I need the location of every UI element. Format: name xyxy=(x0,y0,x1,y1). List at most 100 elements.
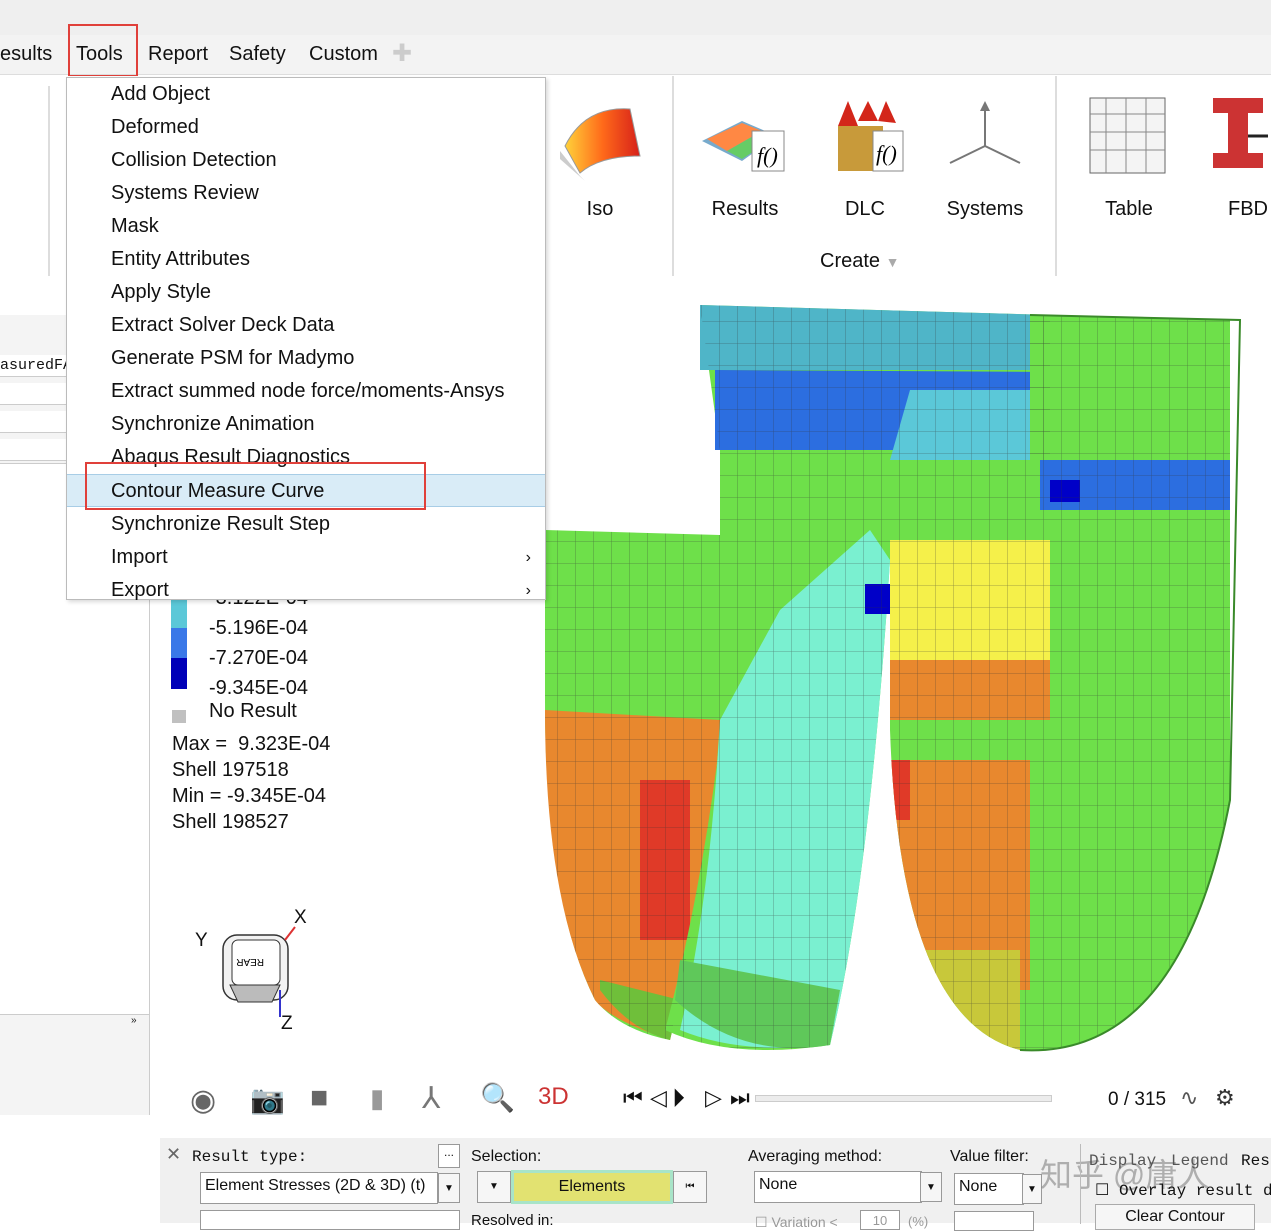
find-icon[interactable]: 🔍 xyxy=(480,1081,515,1114)
menu-item-apply-style[interactable]: Apply Style xyxy=(67,276,545,309)
reset-selection-icon[interactable]: ⏮ xyxy=(673,1171,707,1203)
selection-dropdown[interactable]: ▼ xyxy=(477,1171,511,1203)
min-value: Min = -9.345E-04 xyxy=(172,785,326,807)
menu-item-label: Export xyxy=(111,579,169,601)
tab-results[interactable]: Resu xyxy=(1241,1152,1271,1170)
menu-item-extract-summed-node-force-moments-ansys[interactable]: Extract summed node force/moments-Ansys xyxy=(67,375,545,408)
ribbon-results-label[interactable]: Results xyxy=(690,198,800,221)
menu-item-generate-psm-for-madymo[interactable]: Generate PSM for Madymo xyxy=(67,342,545,375)
menu-item-deformed[interactable]: Deformed xyxy=(67,111,545,144)
prev-frame-icon[interactable]: ◁ xyxy=(650,1085,667,1111)
first-frame-icon[interactable]: ⏮ xyxy=(623,1085,643,1111)
add-tab-icon[interactable]: ✚ xyxy=(392,39,412,68)
next-frame-icon[interactable]: ▷ xyxy=(705,1085,722,1111)
menu-item-systems-review[interactable]: Systems Review xyxy=(67,177,545,210)
entity-field[interactable]: asuredFA xyxy=(0,355,66,377)
min-shell: Shell 198527 xyxy=(172,811,289,833)
menu-report[interactable]: Report xyxy=(148,43,208,66)
chevron-down-icon[interactable]: ▼ xyxy=(920,1172,942,1202)
result-type-select[interactable]: Element Stresses (2D & 3D) (t) xyxy=(200,1172,438,1204)
systems-icon[interactable] xyxy=(945,101,1025,171)
table-icon[interactable] xyxy=(1088,96,1168,176)
triad-x-label: X xyxy=(294,907,307,928)
svg-text:f(): f() xyxy=(876,141,897,166)
results-icon[interactable]: f() xyxy=(702,101,787,176)
menu-results[interactable]: esults xyxy=(0,43,52,66)
play-icon[interactable]: ⏵ xyxy=(672,1083,685,1115)
menu-item-synchronize-animation[interactable]: Synchronize Animation xyxy=(67,408,545,441)
value-filter-field[interactable] xyxy=(954,1211,1034,1231)
result-type-label: Result type: xyxy=(192,1148,308,1166)
overlay-checkbox[interactable]: ☐ Overlay result dis xyxy=(1095,1180,1271,1200)
value-filter-select[interactable]: None xyxy=(954,1173,1024,1205)
field[interactable] xyxy=(0,383,66,405)
max-shell: Shell 197518 xyxy=(172,759,289,781)
legend-icon[interactable]: ▮ xyxy=(370,1083,384,1114)
dlc-icon[interactable]: f() xyxy=(828,101,908,181)
create-label: Create xyxy=(820,250,881,272)
menu-item-label: Deformed xyxy=(111,116,199,138)
last-frame-icon[interactable]: ⏭ xyxy=(730,1085,750,1111)
value-filter-label: Value filter: xyxy=(950,1148,1029,1165)
3d-icon[interactable]: 3D xyxy=(538,1083,569,1111)
gear-icon[interactable]: ⚙ xyxy=(1215,1085,1235,1111)
menu-custom[interactable]: Custom xyxy=(309,43,378,66)
menu-item-label: Synchronize Result Step xyxy=(111,513,331,535)
tab-legend[interactable]: Legend xyxy=(1171,1152,1229,1170)
variation-input[interactable]: 10 xyxy=(860,1210,900,1230)
menu-item-export[interactable]: Export › xyxy=(67,574,545,607)
highlight-box-contour-measure-curve xyxy=(85,462,426,510)
ribbon-systems-label[interactable]: Systems xyxy=(930,198,1040,221)
field[interactable] xyxy=(0,439,66,461)
averaging-select[interactable]: None xyxy=(754,1171,922,1203)
cube-icon[interactable]: ■ xyxy=(310,1081,328,1115)
menu-item-entity-attributes[interactable]: Entity Attributes xyxy=(67,243,545,276)
menu-bar: esults Tools Report Safety Custom ✚ xyxy=(0,35,1271,75)
svg-text:f(): f() xyxy=(757,143,778,168)
chevron-down-icon: ▼ xyxy=(885,254,900,270)
expand-icon[interactable]: » xyxy=(131,1015,137,1026)
menu-item-extract-solver-deck-data[interactable]: Extract Solver Deck Data xyxy=(67,309,545,342)
legend-color-3 xyxy=(171,658,187,689)
menu-item-synchronize-result-step[interactable]: Synchronize Result Step xyxy=(67,508,545,541)
create-dropdown[interactable]: Create ▼ xyxy=(820,250,899,273)
tab-display[interactable]: Display xyxy=(1089,1152,1156,1170)
clear-contour-button[interactable]: Clear Contour xyxy=(1095,1204,1255,1230)
chevron-down-icon[interactable]: ▼ xyxy=(1022,1174,1042,1204)
chevron-right-icon: › xyxy=(525,549,531,566)
contour-panel: ✕ Result type: ... Element Stresses (2D … xyxy=(160,1138,1271,1231)
averaging-label: Averaging method: xyxy=(748,1148,883,1165)
chevron-down-icon[interactable]: ▼ xyxy=(438,1173,460,1203)
menu-item-mask[interactable]: Mask xyxy=(67,210,545,243)
menu-item-label: Mask xyxy=(111,215,159,237)
triad-cube-label: REAR xyxy=(236,956,264,967)
menu-item-label: Collision Detection xyxy=(111,149,277,171)
menu-item-label: Systems Review xyxy=(111,182,259,204)
selection-elements-button[interactable]: Elements xyxy=(511,1170,673,1204)
menu-item-add-object[interactable]: Add Object xyxy=(67,78,545,111)
fbd-icon[interactable] xyxy=(1208,96,1271,176)
legend-no-result: No Result xyxy=(209,700,297,722)
browse-button[interactable]: ... xyxy=(438,1144,460,1168)
eye-icon[interactable]: ◉ xyxy=(190,1083,216,1118)
ribbon-iso-label[interactable]: Iso xyxy=(545,198,655,221)
ribbon-fbd-label[interactable]: FBD xyxy=(1193,198,1271,221)
menu-item-collision-detection[interactable]: Collision Detection xyxy=(67,144,545,177)
component-select[interactable] xyxy=(200,1210,460,1230)
triad-z-label: Z xyxy=(281,1013,293,1034)
ribbon-dlc-label[interactable]: DLC xyxy=(810,198,920,221)
waveform-icon[interactable]: ∿ xyxy=(1180,1085,1198,1111)
menu-item-label: Generate PSM for Madymo xyxy=(111,347,355,369)
ribbon-table-label[interactable]: Table xyxy=(1074,198,1184,221)
menu-safety[interactable]: Safety xyxy=(229,43,286,66)
menu-item-label: Synchronize Animation xyxy=(111,413,315,435)
camera-icon[interactable]: 📷 xyxy=(250,1083,285,1116)
iso-icon[interactable] xyxy=(555,101,645,181)
menu-item-import[interactable]: Import › xyxy=(67,541,545,574)
animation-slider[interactable] xyxy=(755,1095,1052,1102)
axes-icon[interactable]: ⅄ xyxy=(422,1081,440,1116)
field[interactable] xyxy=(0,411,66,433)
close-icon[interactable]: ✕ xyxy=(166,1144,181,1165)
model-viewport[interactable] xyxy=(540,300,1271,1060)
legend-color-2 xyxy=(171,628,187,658)
